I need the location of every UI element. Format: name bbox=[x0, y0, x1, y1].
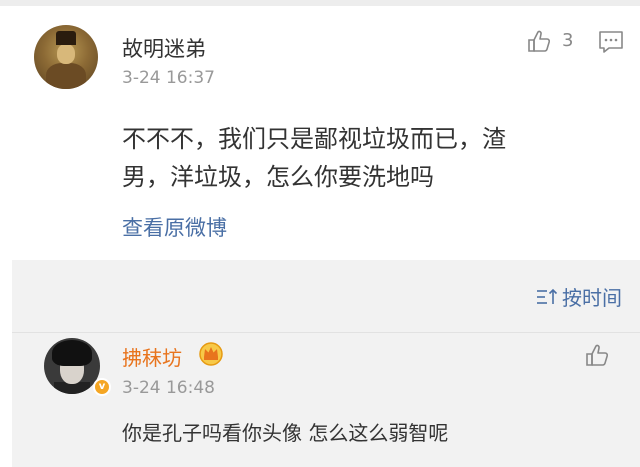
sort-icon bbox=[537, 288, 558, 304]
thumbs-up-icon[interactable] bbox=[584, 342, 610, 368]
comment-text-line: 不不不，我们只是鄙视垃圾而已，渣 bbox=[122, 125, 506, 153]
thumbs-up-icon[interactable] bbox=[526, 28, 552, 54]
sort-toggle[interactable]: 按时间 bbox=[536, 282, 622, 311]
divider bbox=[12, 332, 640, 333]
avatar[interactable] bbox=[44, 338, 100, 394]
comment-timestamp: 3-24 16:37 bbox=[122, 68, 215, 88]
comment-text-line: 男，洋垃圾，怎么你要洗地吗 bbox=[122, 163, 434, 191]
comment-author[interactable]: 故明迷弟 bbox=[122, 33, 206, 63]
comment-text: 不不不，我们只是鄙视垃圾而已，渣 男，洋垃圾，怎么你要洗地吗 bbox=[122, 120, 612, 196]
comment-icon[interactable] bbox=[598, 30, 624, 54]
reply-timestamp: 3-24 16:48 bbox=[122, 378, 215, 398]
like-count: 3 bbox=[562, 30, 574, 51]
reply-text: 你是孔子吗看你头像 怎么这么弱智呢 bbox=[122, 421, 449, 445]
reply-author[interactable]: 拂秣坊 bbox=[122, 342, 182, 371]
sort-label: 按时间 bbox=[562, 286, 622, 310]
verified-badge-icon: v bbox=[93, 378, 111, 396]
view-original-link[interactable]: 查看原微博 bbox=[122, 212, 227, 242]
reply-section: 按时间 v 拂秣坊 3-24 16:48 你是孔子吗看你头像 怎么这么弱智呢 bbox=[12, 260, 640, 467]
comment-card: 故明迷弟 3-24 16:37 3 不不不，我们只是鄙视垃圾而已，渣 男，洋垃圾… bbox=[0, 6, 640, 260]
crown-icon bbox=[199, 342, 223, 366]
avatar[interactable] bbox=[34, 25, 98, 89]
